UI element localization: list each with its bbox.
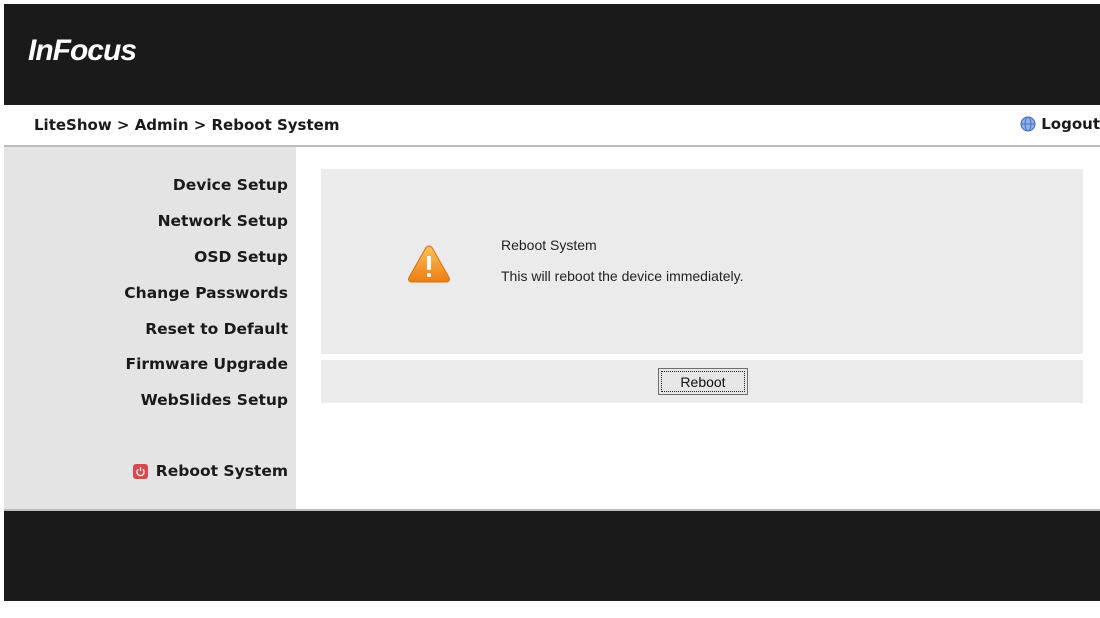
sidebar-item-osd-setup[interactable]: OSD Setup bbox=[194, 248, 288, 266]
sidebar-item-reboot-label: Reboot System bbox=[155, 462, 288, 480]
header-bar: InFocus bbox=[4, 4, 1100, 105]
reboot-message-panel: Reboot System This will reboot the devic… bbox=[321, 169, 1083, 354]
globe-icon bbox=[1020, 116, 1036, 132]
breadcrumb-bar: LiteShow > Admin > Reboot System Logout bbox=[4, 105, 1100, 147]
logout-label: Logout bbox=[1041, 115, 1100, 133]
message-title: Reboot System bbox=[501, 237, 597, 253]
action-panel: Reboot bbox=[321, 360, 1083, 403]
sidebar-item-reset-to-default[interactable]: Reset to Default bbox=[145, 320, 288, 338]
sidebar: Device Setup Network Setup OSD Setup Cha… bbox=[4, 147, 296, 509]
sidebar-item-firmware-upgrade[interactable]: Firmware Upgrade bbox=[125, 355, 288, 373]
page: InFocus LiteShow > Admin > Reboot System… bbox=[4, 4, 1100, 618]
sidebar-item-change-passwords[interactable]: Change Passwords bbox=[124, 284, 288, 302]
sidebar-item-reboot-system[interactable]: Reboot System bbox=[132, 462, 288, 480]
sidebar-item-device-setup[interactable]: Device Setup bbox=[173, 176, 288, 194]
infocus-logo: InFocus bbox=[28, 34, 137, 67]
logout-link[interactable]: Logout bbox=[1020, 115, 1100, 133]
message-body: This will reboot the device immediately. bbox=[501, 268, 744, 284]
warning-icon bbox=[408, 245, 450, 283]
breadcrumb: LiteShow > Admin > Reboot System bbox=[34, 116, 340, 134]
copyright-text: Copyright © 2014 InFocus Corporation. Al… bbox=[6, 600, 506, 618]
sidebar-item-network-setup[interactable]: Network Setup bbox=[158, 212, 288, 230]
sidebar-item-webslides-setup[interactable]: WebSlides Setup bbox=[141, 391, 288, 409]
footer: Copyright © 2014 InFocus Corporation. Al… bbox=[4, 511, 1100, 618]
reboot-button[interactable]: Reboot bbox=[658, 368, 748, 395]
power-icon bbox=[132, 463, 148, 479]
